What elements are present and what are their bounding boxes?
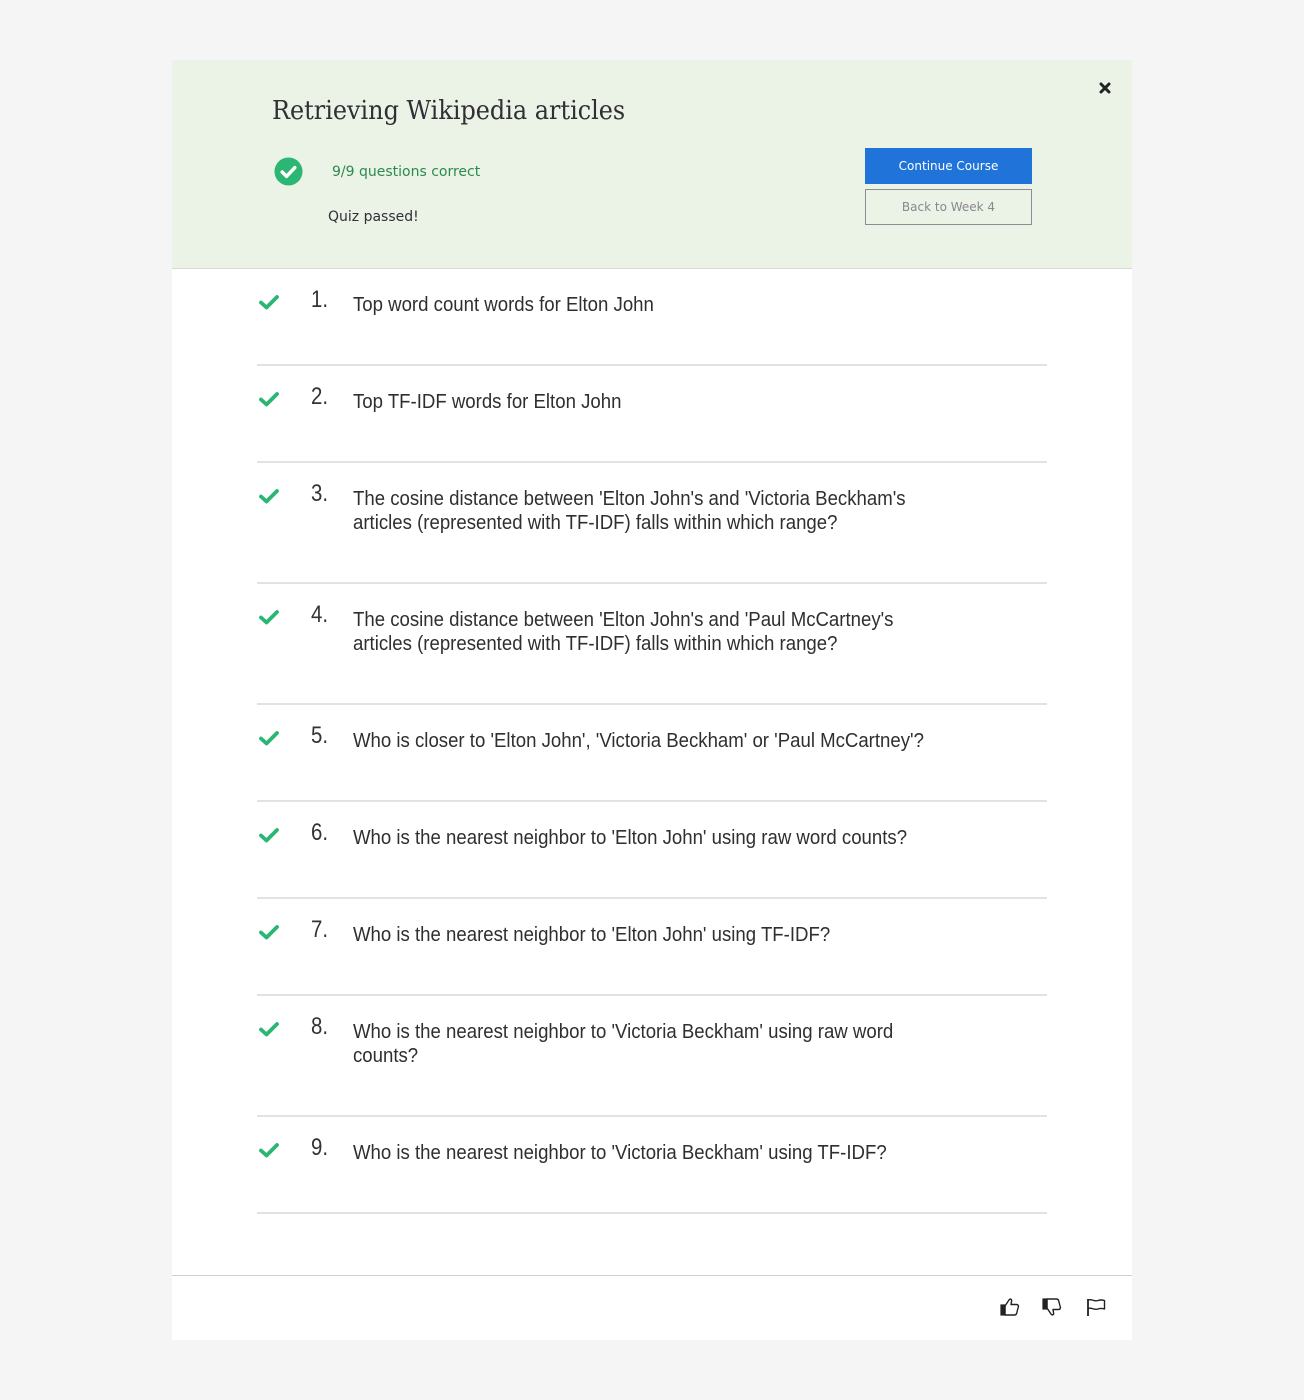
check-icon (259, 1143, 279, 1158)
question-item[interactable]: 6. Who is the nearest neighbor to 'Elton… (257, 802, 1047, 899)
close-button[interactable] (1095, 78, 1115, 98)
question-text: Who is the nearest neighbor to 'Victoria… (353, 1142, 887, 1164)
question-item[interactable]: 2. Top TF-IDF words for Elton John (257, 366, 1047, 463)
question-item[interactable]: 7. Who is the nearest neighbor to 'Elton… (257, 899, 1047, 996)
check-icon (259, 1022, 279, 1037)
question-number: 7. (311, 916, 329, 943)
question-number: 3. (311, 480, 329, 507)
thumbs-up-icon (1000, 1298, 1020, 1316)
question-text: The cosine distance between 'Elton John'… (353, 609, 894, 655)
check-icon (259, 610, 279, 625)
quiz-status: Quiz passed! (328, 209, 419, 225)
question-text: Who is closer to 'Elton John', 'Victoria… (353, 730, 924, 752)
question-item[interactable]: 4. The cosine distance between 'Elton Jo… (257, 584, 1047, 705)
close-icon (1099, 82, 1111, 94)
quiz-title: Retrieving Wikipedia articles (272, 96, 626, 126)
check-icon (259, 731, 279, 746)
results-header: Retrieving Wikipedia articles 9/9 questi… (172, 60, 1132, 269)
check-icon (259, 392, 279, 407)
thumbs-down-icon (1042, 1298, 1062, 1316)
check-icon (259, 828, 279, 843)
dislike-button[interactable] (1041, 1296, 1063, 1318)
question-item[interactable]: 3. The cosine distance between 'Elton Jo… (257, 463, 1047, 584)
flag-icon (1087, 1298, 1106, 1316)
question-number: 2. (311, 383, 329, 410)
back-to-week-button[interactable]: Back to Week 4 (865, 189, 1032, 225)
question-number: 9. (311, 1134, 329, 1161)
continue-course-button[interactable]: Continue Course (865, 148, 1032, 184)
question-text: The cosine distance between 'Elton John'… (353, 488, 906, 534)
check-icon (259, 925, 279, 940)
question-number: 4. (311, 601, 329, 628)
question-item[interactable]: 1. Top word count words for Elton John (257, 269, 1047, 366)
question-text: Who is the nearest neighbor to 'Elton Jo… (353, 827, 908, 849)
question-item[interactable]: 5. Who is closer to 'Elton John', 'Victo… (257, 705, 1047, 802)
question-item[interactable]: 9. Who is the nearest neighbor to 'Victo… (257, 1117, 1047, 1214)
question-item[interactable]: 8. Who is the nearest neighbor to 'Victo… (257, 996, 1047, 1117)
feedback-footer (172, 1275, 1132, 1341)
check-icon (259, 295, 279, 310)
report-button[interactable] (1085, 1296, 1107, 1318)
quiz-results-modal: Retrieving Wikipedia articles 9/9 questi… (172, 60, 1132, 1340)
question-number: 6. (311, 819, 329, 846)
like-button[interactable] (999, 1296, 1021, 1318)
question-number: 5. (311, 722, 329, 749)
question-number: 1. (311, 286, 329, 313)
question-text: Who is the nearest neighbor to 'Elton Jo… (353, 924, 831, 946)
score-text: 9/9 questions correct (332, 164, 481, 180)
question-text: Who is the nearest neighbor to 'Victoria… (353, 1021, 894, 1067)
question-text: Top word count words for Elton John (353, 294, 654, 316)
check-icon (259, 489, 279, 504)
check-circle-icon (274, 157, 303, 186)
question-number: 8. (311, 1013, 329, 1040)
question-list: 1. Top word count words for Elton John 2… (257, 269, 1047, 1214)
question-text: Top TF-IDF words for Elton John (353, 391, 622, 413)
